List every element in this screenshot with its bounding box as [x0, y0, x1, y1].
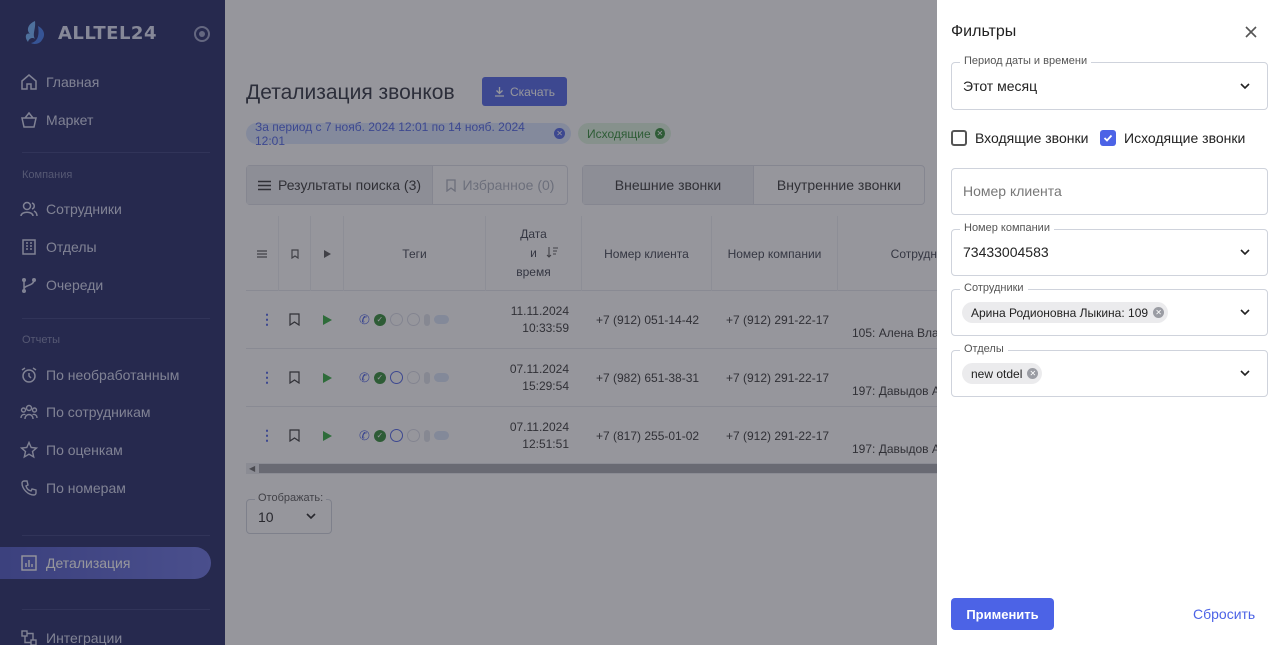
outgoing-calls-checkbox[interactable]: Исходящие звонки: [1100, 130, 1245, 146]
chevron-down-icon: [1240, 83, 1250, 90]
period-select[interactable]: Период даты и времени Этот месяц: [951, 55, 1268, 110]
checkbox-label: Исходящие звонки: [1124, 130, 1246, 146]
field-label: Отделы: [960, 343, 1008, 355]
checkbox-checked[interactable]: [1100, 130, 1116, 146]
apply-button[interactable]: Применить: [951, 598, 1054, 630]
checkbox[interactable]: [951, 130, 967, 146]
departments-select[interactable]: Отделы new otdel ✕: [951, 343, 1268, 397]
field-value: 73433004583: [963, 244, 1049, 260]
field-label: Номер компании: [960, 222, 1054, 234]
close-icon[interactable]: [1243, 24, 1259, 40]
incoming-calls-checkbox[interactable]: Входящие звонки: [951, 130, 1088, 146]
panel-title: Фильтры: [951, 23, 1017, 40]
department-chip[interactable]: new otdel ✕: [962, 363, 1043, 384]
checkbox-label: Входящие звонки: [975, 130, 1089, 146]
reset-button[interactable]: Сбросить: [1193, 606, 1255, 622]
field-value: Этот месяц: [963, 78, 1038, 94]
chevron-down-icon: [1240, 370, 1250, 377]
check-icon: [1103, 134, 1113, 142]
company-number-select[interactable]: Номер компании 73433004583: [951, 222, 1268, 276]
employee-chip[interactable]: Арина Родионовна Лыкина: 109 ✕: [962, 302, 1169, 323]
chip-label: Арина Родионовна Лыкина: 109: [971, 305, 1149, 320]
chevron-down-icon: [1240, 249, 1250, 256]
employees-select[interactable]: Сотрудники Арина Родионовна Лыкина: 109 …: [951, 282, 1268, 336]
modal-backdrop[interactable]: [0, 0, 937, 645]
close-icon[interactable]: ✕: [1027, 368, 1039, 379]
filters-panel: Фильтры Период даты и времени Этот месяц…: [937, 0, 1280, 645]
close-icon[interactable]: ✕: [1153, 307, 1165, 318]
field-placeholder: Номер клиента: [963, 183, 1062, 199]
chip-label: new otdel: [971, 366, 1023, 381]
chevron-down-icon: [1240, 309, 1250, 316]
field-label: Период даты и времени: [960, 55, 1092, 67]
field-label: Сотрудники: [960, 282, 1028, 294]
client-number-field[interactable]: Номер клиента: [951, 168, 1268, 215]
app-window: ALLTEL24 Главная Маркет Компания Сотрудн…: [0, 0, 1280, 645]
